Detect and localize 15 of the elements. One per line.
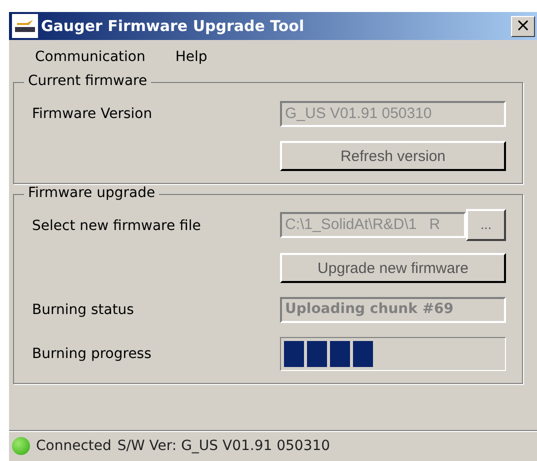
group-title: Firmware upgrade: [24, 185, 160, 201]
field-label: Firmware Version: [32, 106, 152, 122]
refresh-version-button[interactable]: Refresh version: [280, 141, 506, 171]
field-label: Burning status: [32, 302, 134, 318]
connection-status: Connected: [36, 438, 112, 454]
upgrade-firmware-button[interactable]: Upgrade new firmware: [280, 253, 506, 283]
browse-button[interactable]: ...: [466, 208, 506, 240]
burning-status-field: Uploading chunk #69: [280, 297, 506, 323]
software-version: S/W Ver: G_US V01.91 050310: [117, 438, 330, 454]
window-title: Gauger Firmware Upgrade Tool: [41, 17, 306, 35]
menu-item[interactable]: Communication: [35, 49, 146, 72]
menu-item[interactable]: Help: [175, 49, 208, 72]
field-label: Burning progress: [32, 346, 152, 362]
field-label: Select new firmware file: [32, 218, 201, 234]
close-button[interactable]: ×: [511, 16, 535, 36]
